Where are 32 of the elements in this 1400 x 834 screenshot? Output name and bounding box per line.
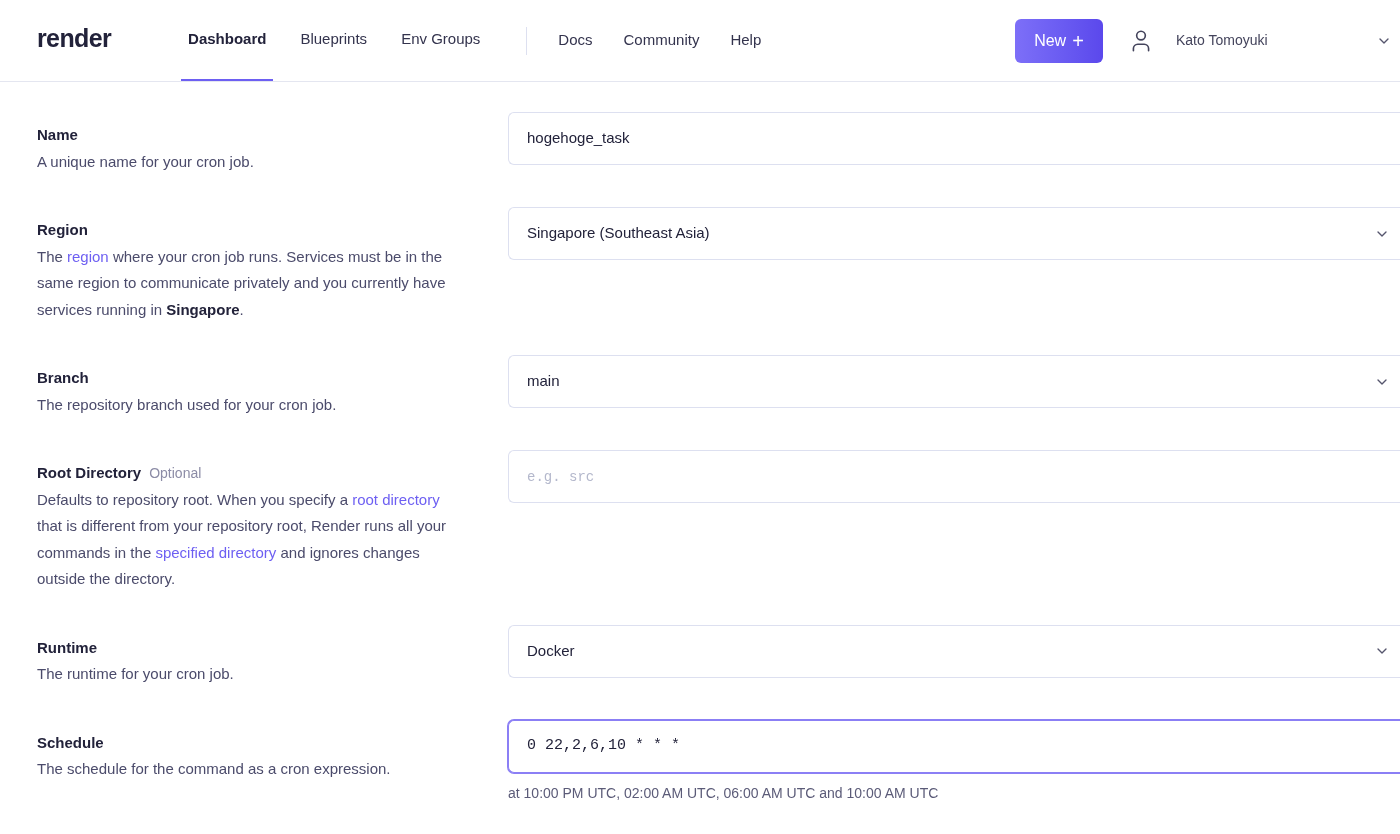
field-description: The schedule for the command as a cron expression. [37, 759, 392, 779]
select-field[interactable]: Docker [508, 624, 1400, 678]
select-field[interactable]: main [508, 355, 1400, 408]
field-label: Region [37, 220, 88, 240]
user-name[interactable]: Kato Tomoyuki [1176, 30, 1376, 51]
inline-link[interactable]: root directory [352, 490, 440, 508]
field-label: Runtime [37, 637, 97, 658]
field-description: A unique name for your cron job. [37, 151, 255, 172]
nav-tab[interactable]: Dashboard [181, 0, 274, 81]
inline-link[interactable]: region [67, 247, 109, 265]
field-description: The region where your cron job runs. Services must be in the same region to communicate privately and you currently have services running in Singapore. [37, 246, 447, 320]
select-field[interactable]: Singapore (Southeast Asia) [508, 207, 1400, 260]
nav-link[interactable]: Help [730, 29, 762, 52]
input-field[interactable]: 0 22,2,6,10 * * * [508, 719, 1400, 773]
nav-link[interactable]: Community [623, 29, 700, 52]
input-field[interactable]: hogehoge_task [508, 112, 1400, 165]
field-label: Root Directory [37, 463, 142, 483]
input-field[interactable]: e.g. src [508, 450, 1400, 503]
new-button[interactable]: New + [1015, 18, 1103, 63]
field-description: The repository branch used for your cron job. [37, 394, 338, 415]
inline-link[interactable]: specified directory [155, 543, 277, 561]
nav-tab[interactable]: Env Groups [394, 0, 488, 81]
field-description: Defaults to repository root. When you specify a root directory that is different from your repository root, Render runs all your commands in the specified directory and ignores changes outside the directory. [37, 489, 448, 589]
schedule-hint: at 10:00 PM UTC, 02:00 AM UTC, 06:00 AM UTC and 10:00 AM UTC [508, 783, 940, 803]
logo[interactable]: render [37, 19, 112, 58]
nav-tab[interactable]: Blueprints [293, 0, 375, 81]
nav-link[interactable]: Docs [558, 29, 593, 52]
field-label: Branch [37, 368, 89, 388]
optional-label: Optional [149, 464, 202, 483]
field-label: Schedule [37, 732, 104, 753]
field-description: The runtime for your cron job. [37, 664, 235, 684]
field-label: Name [37, 125, 78, 145]
